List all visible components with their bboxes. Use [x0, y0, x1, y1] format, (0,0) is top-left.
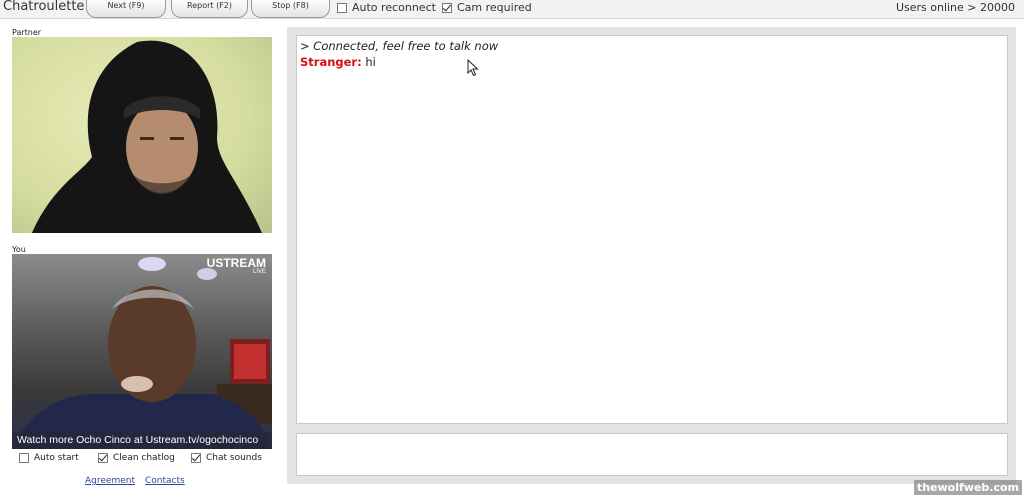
- partner-person-icon: [32, 40, 262, 233]
- auto-start-label: Auto start: [34, 453, 79, 463]
- auto-start-option[interactable]: Auto start: [19, 453, 79, 463]
- cam-required-checkbox[interactable]: [442, 2, 452, 13]
- auto-reconnect-option[interactable]: Auto reconnect: [337, 1, 436, 14]
- app-title: Chatroulette: [3, 0, 85, 14]
- you-video: USTREAM LIVE Watch more Ocho Cinco at Us…: [12, 254, 272, 449]
- users-online-count: Users online > 20000: [895, 1, 1015, 14]
- chat-sounds-label: Chat sounds: [206, 453, 262, 463]
- message-sender: Stranger:: [300, 55, 362, 69]
- you-person-icon: [12, 257, 272, 449]
- next-button[interactable]: Next (F9): [86, 0, 166, 18]
- partner-video: [12, 37, 272, 233]
- clean-chatlog-checkbox[interactable]: [98, 453, 108, 463]
- mouse-cursor-icon: [467, 59, 479, 77]
- chat-message: Stranger: hi: [300, 54, 1004, 70]
- stop-button[interactable]: Stop (F8): [251, 0, 330, 18]
- ustream-logo: USTREAM LIVE: [206, 256, 266, 275]
- partner-label: Partner: [12, 28, 42, 37]
- auto-start-checkbox[interactable]: [19, 453, 29, 463]
- chat-sounds-checkbox[interactable]: [191, 453, 201, 463]
- report-button[interactable]: Report (F2): [171, 0, 248, 18]
- system-message: > Connected, feel free to talk now: [300, 39, 499, 53]
- clean-chatlog-option[interactable]: Clean chatlog: [98, 453, 175, 463]
- auto-reconnect-checkbox[interactable]: [337, 2, 347, 13]
- chat-input[interactable]: [296, 433, 1008, 476]
- contacts-link[interactable]: Contacts: [145, 476, 185, 486]
- watermark: thewolfweb.com: [913, 480, 1022, 495]
- you-label: You: [12, 245, 26, 254]
- agreement-link[interactable]: Agreement: [85, 476, 135, 486]
- message-text: hi: [365, 55, 376, 69]
- clean-chatlog-label: Clean chatlog: [113, 453, 175, 463]
- video-caption: Watch more Ocho Cinco at Ustream.tv/ogoc…: [12, 432, 272, 449]
- cam-required-option[interactable]: Cam required: [442, 1, 532, 14]
- chat-sounds-option[interactable]: Chat sounds: [191, 453, 262, 463]
- auto-reconnect-label: Auto reconnect: [352, 1, 436, 14]
- top-toolbar: Chatroulette Next (F9) Report (F2) Stop …: [0, 0, 1024, 19]
- cam-required-label: Cam required: [457, 1, 532, 14]
- chat-log[interactable]: > Connected, feel free to talk now Stran…: [296, 35, 1008, 424]
